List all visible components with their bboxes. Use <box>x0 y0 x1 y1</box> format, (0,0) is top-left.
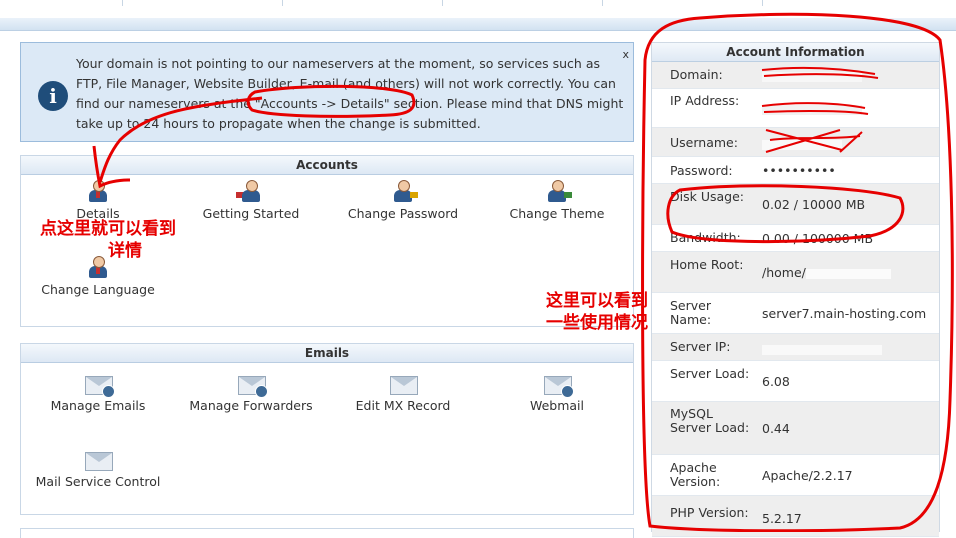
annotation-right-line1: 这里可以看到 <box>546 291 648 311</box>
annotation-overlay <box>92 12 954 532</box>
details-link-outline <box>246 84 416 118</box>
domain-scribble <box>761 66 879 79</box>
annotation-left-line2: 详情 <box>108 241 142 261</box>
username-scribble <box>765 129 863 153</box>
annotation-left-line1: 点这里就可以看到 <box>40 219 176 239</box>
account-info-outline <box>641 12 954 532</box>
disk-usage-outline <box>666 184 905 244</box>
pointer-arrow <box>98 96 263 183</box>
ip-scribble <box>761 102 869 115</box>
annotation-right-line2: 一些使用情况 <box>546 313 648 333</box>
